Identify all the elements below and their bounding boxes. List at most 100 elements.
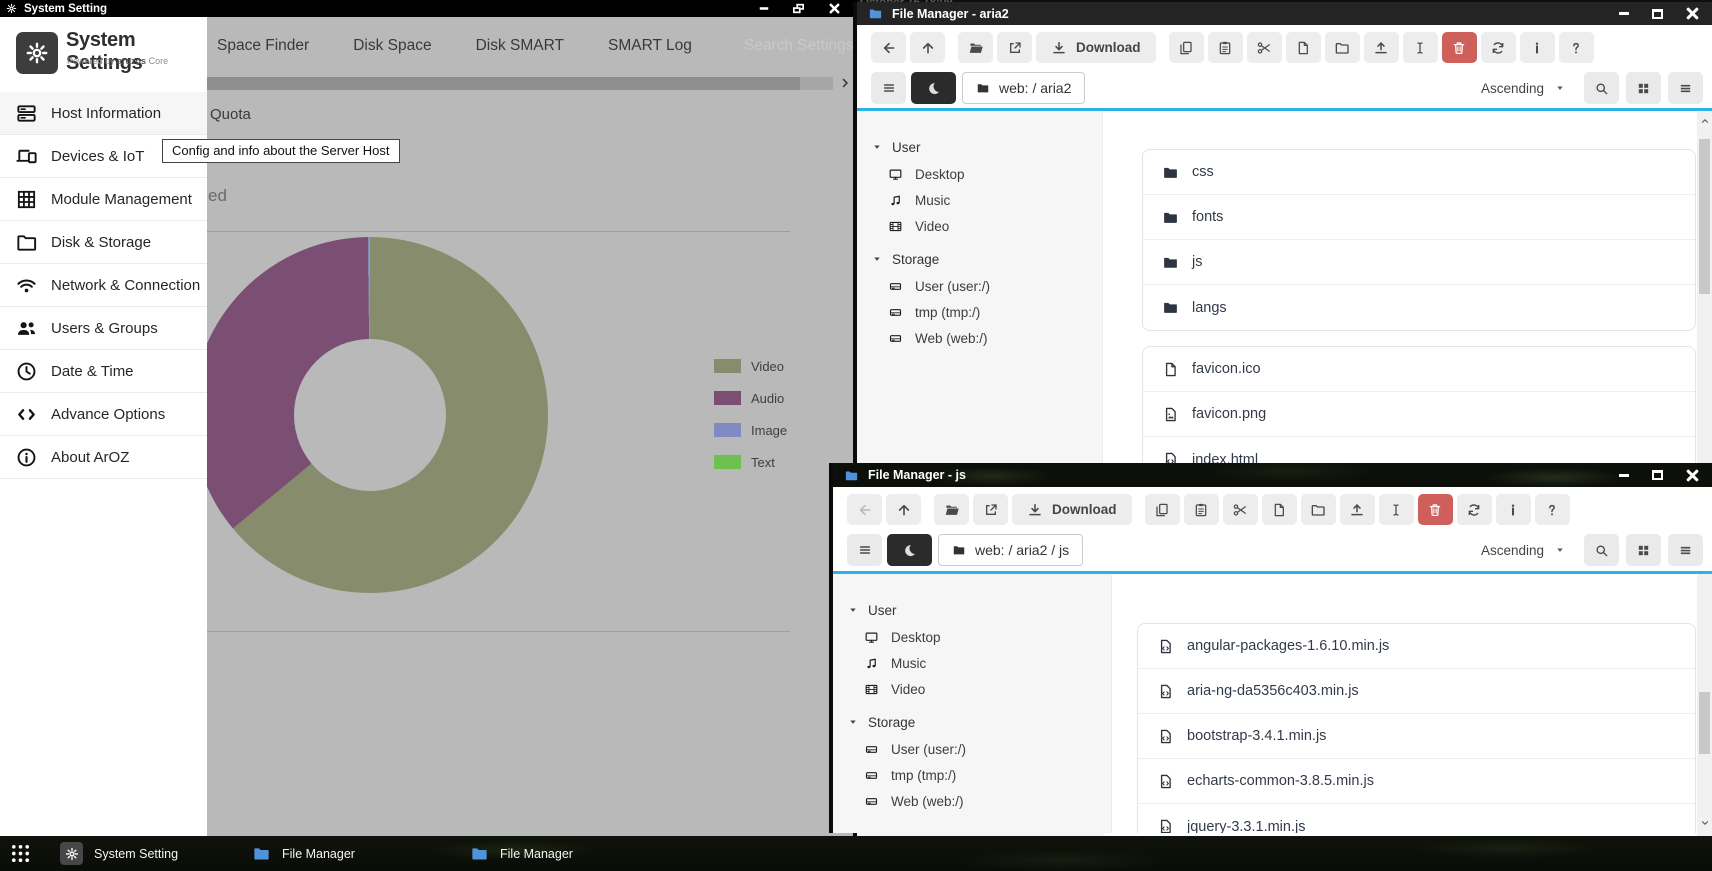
download-button[interactable]: Download: [1012, 494, 1132, 525]
file-manager-titlebar[interactable]: File Manager - aria2: [857, 2, 1712, 25]
file-row-bootstrap-3-4-1-min-js[interactable]: bootstrap-3.4.1.min.js: [1138, 714, 1695, 759]
fm-sidebar-group-user[interactable]: User: [833, 596, 1111, 624]
list-view-button[interactable]: [1668, 534, 1703, 566]
maximize-button[interactable]: [1652, 9, 1663, 19]
open-button[interactable]: [934, 494, 969, 525]
delete-button[interactable]: [1442, 32, 1477, 63]
folder-row-langs[interactable]: langs: [1143, 285, 1695, 330]
search-button[interactable]: [1584, 534, 1619, 566]
fm-sidebar-group-user[interactable]: User: [857, 133, 1102, 161]
rename-button[interactable]: [1403, 32, 1438, 63]
tab-disk-smart[interactable]: Disk SMART: [476, 37, 564, 55]
upload-button[interactable]: [1364, 32, 1399, 63]
breadcrumb[interactable]: web: / aria2 / js: [938, 534, 1083, 566]
legend-item-video[interactable]: Video: [714, 350, 787, 382]
restore-button[interactable]: [793, 4, 804, 13]
delete-button[interactable]: [1418, 494, 1453, 525]
fm-sidebar-group-storage[interactable]: Storage: [833, 708, 1111, 736]
fm-sidebar-item-user-user[interactable]: User (user:/): [833, 736, 1111, 762]
dark-mode-toggle[interactable]: [887, 534, 932, 566]
fm-sidebar-item-user-user[interactable]: User (user:/): [857, 273, 1102, 299]
new-folder-button[interactable]: [1325, 32, 1360, 63]
fm-sidebar-item-tmp-tmp[interactable]: tmp (tmp:/): [833, 762, 1111, 788]
upload-button[interactable]: [1340, 494, 1375, 525]
system-settings-titlebar[interactable]: System Setting: [0, 0, 857, 17]
search-button[interactable]: [1584, 72, 1619, 104]
close-button[interactable]: [1686, 469, 1699, 482]
sidebar-item-module-management[interactable]: Module Management: [0, 178, 207, 221]
fm-sidebar-item-desktop[interactable]: Desktop: [857, 161, 1102, 187]
legend-item-audio[interactable]: Audio: [714, 382, 787, 414]
file-row-aria-ng-da5356c403-min-js[interactable]: aria-ng-da5356c403.min.js: [1138, 669, 1695, 714]
new-file-button[interactable]: [1262, 494, 1297, 525]
legend-item-image[interactable]: Image: [714, 414, 787, 446]
cut-button[interactable]: [1223, 494, 1258, 525]
paste-button[interactable]: [1208, 32, 1243, 63]
close-button[interactable]: [829, 3, 840, 14]
tab-disk-space[interactable]: Disk Space: [353, 37, 431, 55]
open-in-new-button[interactable]: [973, 494, 1008, 525]
tab-space-finder[interactable]: Space Finder: [217, 37, 309, 55]
sidebar-item-advance-options[interactable]: Advance Options: [0, 393, 207, 436]
fm-sidebar-group-storage[interactable]: Storage: [857, 245, 1102, 273]
file-row-jquery-3-3-1-min-js[interactable]: jquery-3.3.1.min.js: [1138, 804, 1695, 833]
grid-view-button[interactable]: [1626, 72, 1661, 104]
file-row-favicon-ico[interactable]: favicon.ico: [1143, 347, 1695, 392]
scroll-down-button[interactable]: [1697, 815, 1712, 831]
file-row-angular-packages-1-6-10-min-js[interactable]: angular-packages-1.6.10.min.js: [1138, 624, 1695, 669]
cut-button[interactable]: [1247, 32, 1282, 63]
file-manager-titlebar[interactable]: File Manager - js: [833, 463, 1712, 487]
search-settings-input[interactable]: Search Settings...: [744, 37, 866, 55]
fm-sidebar-item-web-web[interactable]: Web (web:/): [833, 788, 1111, 814]
sidebar-item-disk-storage[interactable]: Disk & Storage: [0, 221, 207, 264]
taskbar-item-file-manager-2[interactable]: File Manager: [470, 836, 573, 871]
minimize-button[interactable]: [1619, 474, 1629, 477]
up-button[interactable]: [910, 32, 945, 63]
breadcrumb[interactable]: web: / aria2: [962, 72, 1085, 104]
minimize-button[interactable]: [760, 7, 769, 10]
fm-sidebar-item-music[interactable]: Music: [833, 650, 1111, 676]
scrollbar-thumb[interactable]: [1699, 692, 1710, 754]
properties-button[interactable]: [1520, 32, 1555, 63]
copy-button[interactable]: [1169, 32, 1204, 63]
scroll-up-button[interactable]: [1697, 113, 1712, 129]
folder-row-css[interactable]: css: [1143, 150, 1695, 195]
legend-item-text[interactable]: Text: [714, 446, 787, 478]
app-launcher-button[interactable]: [9, 842, 32, 865]
refresh-button[interactable]: [1457, 494, 1492, 525]
maximize-button[interactable]: [1652, 470, 1663, 480]
fm-sidebar-item-tmp-tmp[interactable]: tmp (tmp:/): [857, 299, 1102, 325]
dark-mode-toggle[interactable]: [911, 72, 956, 104]
sidebar-item-users-groups[interactable]: Users & Groups: [0, 307, 207, 350]
sidebar-item-about-aroz[interactable]: About ArOZ: [0, 436, 207, 479]
new-folder-button[interactable]: [1301, 494, 1336, 525]
paste-button[interactable]: [1184, 494, 1219, 525]
scrollbar-thumb[interactable]: [207, 77, 800, 90]
tab-smart-log[interactable]: SMART Log: [608, 37, 692, 55]
fm-sidebar-item-web-web[interactable]: Web (web:/): [857, 325, 1102, 351]
sort-select[interactable]: Ascending: [1469, 72, 1577, 104]
folder-row-fonts[interactable]: fonts: [1143, 195, 1695, 240]
folder-row-js[interactable]: js: [1143, 240, 1695, 285]
close-button[interactable]: [1686, 7, 1699, 20]
taskbar-item-system-setting-0[interactable]: System Setting: [60, 836, 178, 871]
rename-button[interactable]: [1379, 494, 1414, 525]
new-file-button[interactable]: [1286, 32, 1321, 63]
file-row-favicon-png[interactable]: favicon.png: [1143, 392, 1695, 437]
menu-button[interactable]: [871, 72, 906, 104]
scrollbar-thumb[interactable]: [1699, 139, 1710, 294]
download-button[interactable]: Download: [1036, 32, 1156, 63]
refresh-button[interactable]: [1481, 32, 1516, 63]
fm-sidebar-item-video[interactable]: Video: [857, 213, 1102, 239]
open-in-new-button[interactable]: [997, 32, 1032, 63]
sidebar-item-network-connection[interactable]: Network & Connection: [0, 264, 207, 307]
sidebar-item-date-time[interactable]: Date & Time: [0, 350, 207, 393]
taskbar-item-file-manager-1[interactable]: File Manager: [252, 836, 355, 871]
list-view-button[interactable]: [1668, 72, 1703, 104]
chevron-right-icon[interactable]: [839, 77, 851, 89]
help-button[interactable]: [1535, 494, 1570, 525]
menu-button[interactable]: [847, 534, 882, 566]
help-button[interactable]: [1559, 32, 1594, 63]
grid-view-button[interactable]: [1626, 534, 1661, 566]
properties-button[interactable]: [1496, 494, 1531, 525]
